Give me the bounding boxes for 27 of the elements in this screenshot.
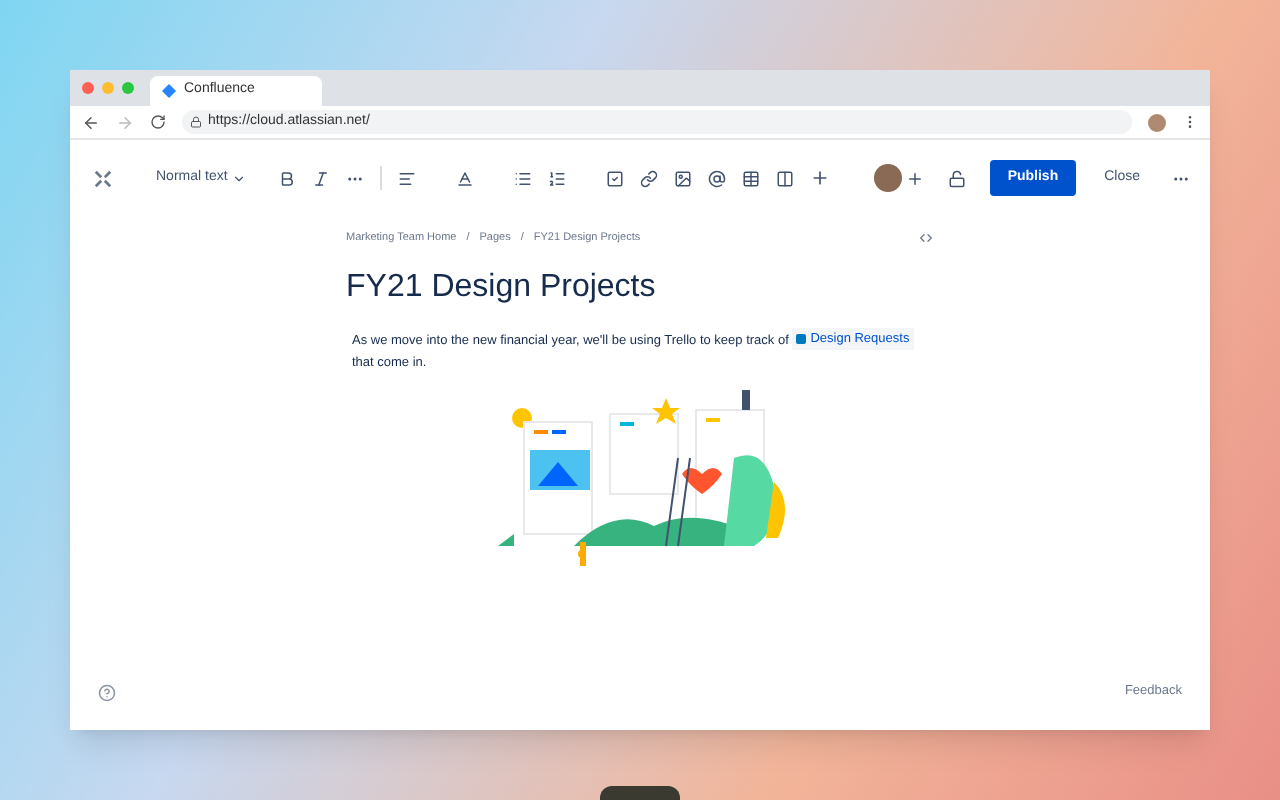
align-icon[interactable] <box>397 169 416 187</box>
reload-icon[interactable] <box>150 114 166 130</box>
checkbox-icon[interactable] <box>605 169 624 187</box>
collapse-icon[interactable] <box>94 169 112 187</box>
diamond-logo-icon <box>162 84 176 98</box>
unlock-icon[interactable] <box>947 169 966 187</box>
board-icon <box>796 334 807 345</box>
link-icon[interactable] <box>639 169 658 187</box>
italic-icon[interactable] <box>311 169 330 187</box>
table-icon[interactable] <box>741 169 760 187</box>
plus-icon[interactable] <box>809 168 830 188</box>
columns-icon[interactable] <box>775 169 794 187</box>
back-icon[interactable] <box>82 113 100 131</box>
page-title: FY21 Design Projects <box>346 268 658 309</box>
bold-icon[interactable] <box>277 169 296 187</box>
lock-icon <box>190 116 202 128</box>
bullet-list-icon[interactable] <box>513 169 532 187</box>
image-icon[interactable] <box>673 169 692 187</box>
help-icon[interactable] <box>98 683 116 702</box>
numbered-list-icon[interactable] <box>547 169 566 187</box>
add-user-icon[interactable] <box>905 169 924 187</box>
mention-icon[interactable] <box>707 169 726 187</box>
user-avatar[interactable] <box>873 164 902 192</box>
caret-icon <box>231 171 246 185</box>
expand-width-icon[interactable] <box>918 230 934 247</box>
profile-avatar[interactable] <box>1148 113 1166 131</box>
text-color-icon[interactable] <box>455 169 474 187</box>
